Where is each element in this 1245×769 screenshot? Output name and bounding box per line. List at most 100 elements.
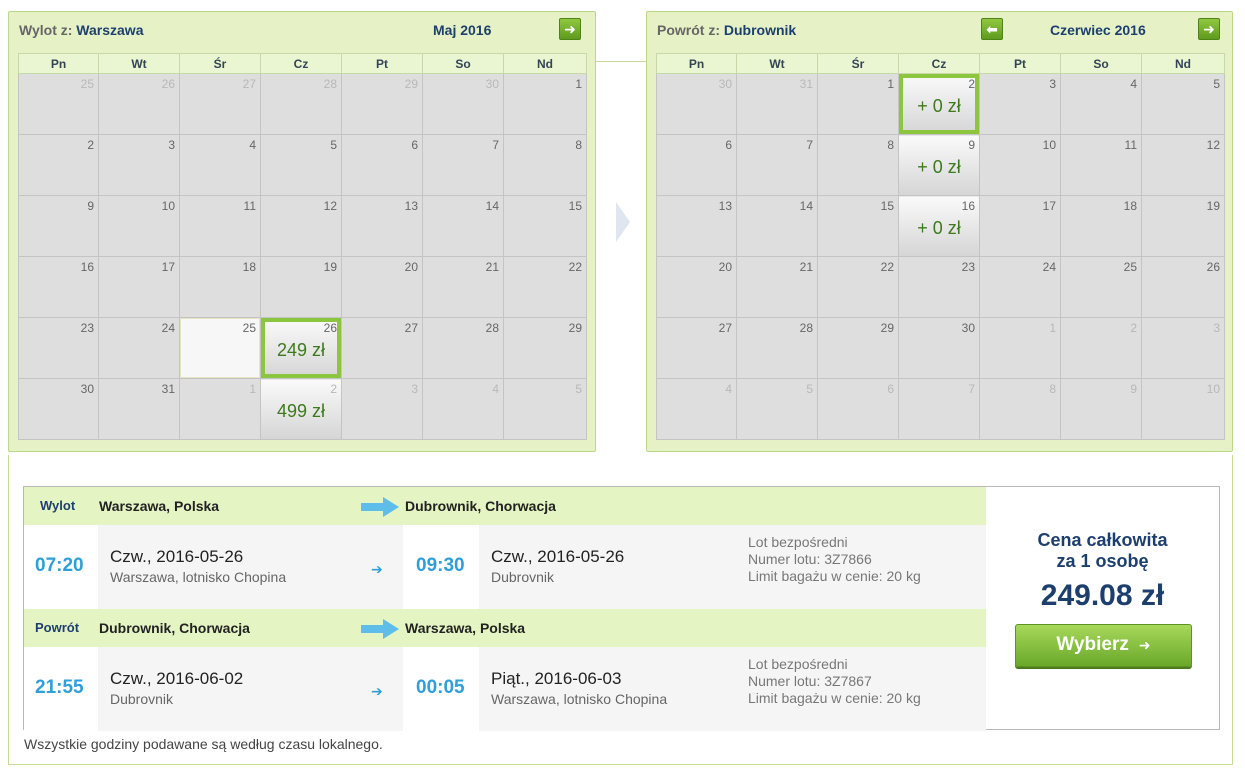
calendar-day: 3 bbox=[1141, 317, 1225, 379]
calendar-day: 16 bbox=[18, 256, 99, 318]
day-number: 25 bbox=[1123, 260, 1137, 274]
prev-month-button[interactable]: ⬅ bbox=[981, 18, 1003, 40]
outbound-month-label: Maj 2016 bbox=[433, 22, 492, 38]
next-month-button[interactable]: ➜ bbox=[559, 18, 581, 40]
calendar-week-row: 20 21 22 23 24 25 26 bbox=[656, 256, 1225, 318]
calendar-day: 25 bbox=[179, 317, 261, 379]
day-number: 14 bbox=[799, 199, 813, 213]
arrow-right-icon: ➜ bbox=[564, 21, 576, 37]
calendar-day[interactable]: 9 + 0 zł bbox=[898, 134, 980, 196]
arrow-right-icon bbox=[361, 497, 399, 517]
day-number: 8 bbox=[1049, 382, 1056, 396]
day-number: 20 bbox=[718, 260, 732, 274]
outbound-calendar-grid: Pn Wt Śr Cz Pt So Nd 25 26 27 28 29 30 1 2 3 4 5 6 7 8 9 10 11 1… bbox=[18, 53, 587, 440]
weekday-header: Cz bbox=[898, 53, 980, 74]
return-arr-date: Piąt., 2016-06-03 bbox=[491, 669, 622, 688]
calendar-day: 9 bbox=[1060, 378, 1142, 440]
calendar-day: 4 bbox=[179, 134, 261, 196]
calendar-week-row: 4 5 6 7 8 9 10 bbox=[656, 378, 1225, 440]
return-month-label: Czerwiec 2016 bbox=[1050, 22, 1146, 38]
calendar-day: 5 bbox=[736, 378, 818, 440]
flight-details: Wylot Warszawa, Polska Dubrownik, Chorwa… bbox=[23, 486, 1220, 731]
day-number: 25 bbox=[80, 77, 94, 91]
day-number: 1 bbox=[887, 77, 894, 91]
return-dep-date: Czw., 2016-06-02 bbox=[110, 669, 244, 688]
outbound-baggage: Limit bagażu w cenie: 20 kg bbox=[748, 568, 921, 584]
day-price: 249 zł bbox=[276, 340, 326, 360]
day-price: 499 zł bbox=[276, 401, 326, 421]
calendar-day: 11 bbox=[179, 195, 261, 257]
return-arr-time: 00:05 bbox=[416, 677, 465, 698]
select-button[interactable]: Wybierz ➜ bbox=[1015, 624, 1192, 667]
day-number: 26 bbox=[161, 77, 175, 91]
outbound-flight-number: Numer lotu: 3Z7866 bbox=[748, 551, 872, 567]
calendar-day: 2 bbox=[1060, 317, 1142, 379]
calendar-day: 20 bbox=[341, 256, 423, 318]
day-number: 23 bbox=[80, 321, 94, 335]
day-number: 10 bbox=[1042, 138, 1056, 152]
day-price: + 0 zł bbox=[917, 218, 961, 238]
weekday-header: Pn bbox=[656, 53, 737, 74]
calendar-day: 10 bbox=[979, 134, 1061, 196]
calendar-day: 9 bbox=[18, 195, 99, 257]
day-number: 15 bbox=[880, 199, 894, 213]
calendar-day[interactable]: 2 + 0 zł bbox=[898, 73, 980, 135]
calendar-day: 19 bbox=[260, 256, 342, 318]
calendar-day: 25 bbox=[18, 73, 99, 135]
arrow-right-icon: ➔ bbox=[371, 683, 383, 699]
return-baggage: Limit bagażu w cenie: 20 kg bbox=[748, 690, 921, 706]
day-number: 19 bbox=[323, 260, 337, 274]
calendar-day: 12 bbox=[260, 195, 342, 257]
calendar-day: 17 bbox=[98, 256, 180, 318]
calendar-day: 12 bbox=[1141, 134, 1225, 196]
day-number: 27 bbox=[718, 321, 732, 335]
arrow-right-icon: ➜ bbox=[1138, 637, 1151, 653]
day-number: 29 bbox=[404, 77, 418, 91]
calendar-day: 30 bbox=[18, 378, 99, 440]
next-month-button[interactable]: ➜ bbox=[1198, 18, 1220, 40]
outbound-calendar: Wylot z: Warszawa Maj 2016 ➜ Pn Wt Śr Cz Pt S… bbox=[8, 11, 596, 452]
calendar-day: 5 bbox=[503, 378, 587, 440]
day-number: 10 bbox=[161, 199, 175, 213]
day-number: 5 bbox=[1213, 77, 1220, 91]
weekday-header: Śr bbox=[817, 53, 899, 74]
day-number: 4 bbox=[249, 138, 256, 152]
day-number: 2 bbox=[968, 77, 975, 91]
day-number: 16 bbox=[80, 260, 94, 274]
calendar-week-row: 25 26 27 28 29 30 1 bbox=[18, 73, 587, 135]
calendar-day: 10 bbox=[1141, 378, 1225, 440]
day-number: 13 bbox=[718, 199, 732, 213]
calendar-day: 24 bbox=[98, 317, 180, 379]
day-number: 26 bbox=[1206, 260, 1220, 274]
day-number: 31 bbox=[799, 77, 813, 91]
day-number: 30 bbox=[961, 321, 975, 335]
day-number: 6 bbox=[725, 138, 732, 152]
total-price-value: 249.08 zł bbox=[1040, 579, 1165, 612]
outbound-leg-body: 07:20 Czw., 2016-05-26 Warszawa, lotnisk… bbox=[24, 525, 986, 609]
weekday-header: Wt bbox=[98, 53, 180, 74]
day-number: 6 bbox=[411, 138, 418, 152]
outbound-dep-time: 07:20 bbox=[35, 555, 84, 576]
calendar-week-row: 23 24 25 26 249 zł 27 28 29 bbox=[18, 317, 587, 379]
calendar-day[interactable]: 2 499 zł bbox=[260, 378, 342, 440]
calendar-day: 26 bbox=[98, 73, 180, 135]
calendar-day[interactable]: 26 249 zł bbox=[260, 317, 342, 379]
day-number: 3 bbox=[168, 138, 175, 152]
calendar-connector bbox=[596, 61, 646, 62]
day-number: 14 bbox=[485, 199, 499, 213]
total-price-title: Cena całkowita za 1 osobę bbox=[986, 530, 1219, 572]
calendar-week-row: 13 14 15 16 + 0 zł 17 18 19 bbox=[656, 195, 1225, 257]
arrow-right-icon bbox=[361, 619, 399, 639]
return-flight-meta: Lot bezpośredni Numer lotu: 3Z7867 Limit… bbox=[748, 656, 921, 707]
chevron-right-icon bbox=[616, 202, 630, 242]
weekday-header: Pn bbox=[18, 53, 99, 74]
calendar-day: 4 bbox=[422, 378, 504, 440]
outbound-dep-place: Warszawa, lotnisko Chopina bbox=[110, 569, 287, 585]
calendar-day[interactable]: 16 + 0 zł bbox=[898, 195, 980, 257]
return_calendar-weekday-row: Pn Wt Śr Cz Pt So Nd bbox=[656, 53, 1225, 74]
weekday-header: Pt bbox=[979, 53, 1061, 74]
day-number: 11 bbox=[243, 199, 256, 213]
day-number: 8 bbox=[887, 138, 894, 152]
outbound-from: Warszawa, Polska bbox=[99, 498, 220, 514]
outbound-leg-header: Wylot Warszawa, Polska Dubrownik, Chorwa… bbox=[24, 487, 986, 525]
